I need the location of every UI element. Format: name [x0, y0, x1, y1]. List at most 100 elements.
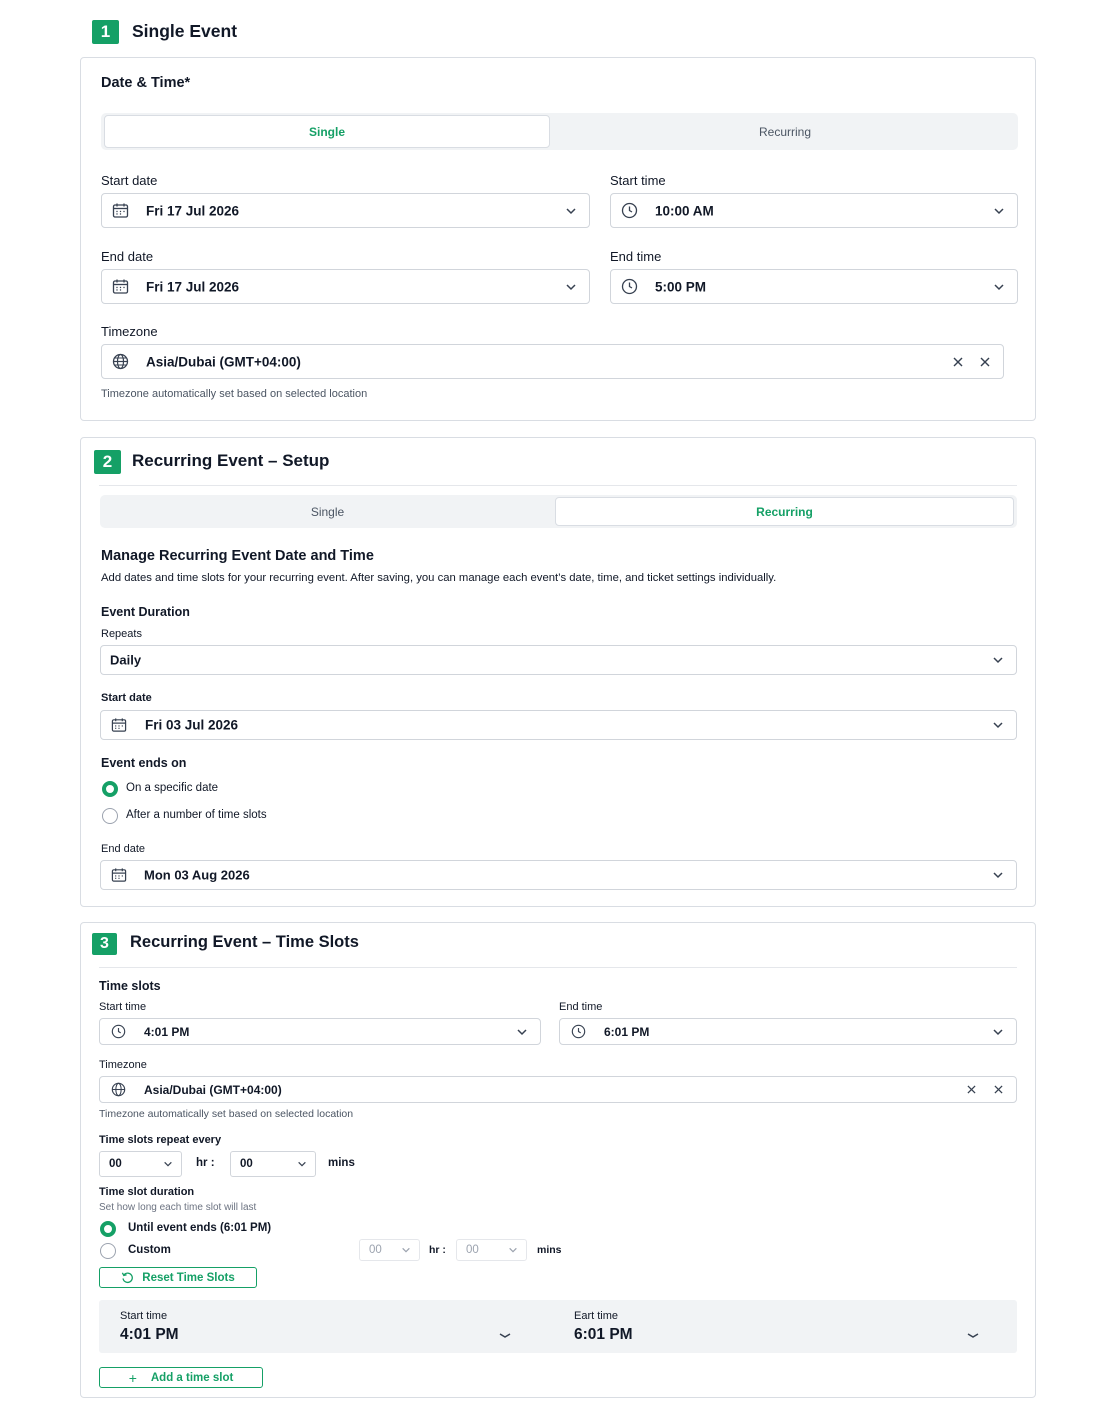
calendar-icon [110, 716, 128, 734]
chevron-down-icon [993, 872, 1003, 879]
custom-hr-value: 00 [369, 1244, 382, 1256]
section-2-title: Recurring Event – Setup [132, 451, 330, 470]
radio-specific-date[interactable] [102, 781, 118, 797]
chevron-down-icon [509, 1247, 517, 1253]
reset-time-slots-label: Reset Time Slots [142, 1271, 235, 1284]
end-date-label: End date [101, 249, 154, 264]
slot-row-end-value[interactable]: 6:01 PM [574, 1326, 633, 1344]
globe-icon [109, 1081, 127, 1099]
slot-duration-helper: Set how long each time slot will last [99, 1202, 257, 1213]
recurring-start-date-value: Fri 03 Jul 2026 [145, 717, 239, 733]
clock-icon [109, 1023, 127, 1041]
add-time-slot-label: Add a time slot [150, 1371, 234, 1384]
clear-icon[interactable] [967, 1085, 976, 1094]
slot-row-start-value[interactable]: 4:01 PM [120, 1326, 179, 1344]
timezone-helper: Timezone automatically set based on sele… [101, 388, 368, 400]
chevron-down-icon[interactable] [499, 1332, 511, 1340]
start-date-label: Start date [101, 692, 152, 704]
hr-unit: hr : [196, 1157, 215, 1169]
repeat-hr-select[interactable]: 00 [99, 1151, 182, 1177]
custom-hr-unit: hr : [429, 1244, 446, 1256]
section-1-badge: 1 [92, 20, 119, 44]
date-time-heading: Date & Time* [101, 75, 191, 91]
timezone-label: Timezone [101, 324, 158, 339]
tab-single[interactable]: Single [104, 115, 550, 148]
tab-single[interactable]: Single [103, 497, 552, 526]
radio-until-event-ends[interactable] [100, 1221, 116, 1237]
chevron-down-icon [993, 657, 1003, 664]
event-ends-on-heading: Event ends on [101, 756, 187, 770]
close-icon[interactable] [980, 357, 990, 367]
radio-after-slots[interactable] [102, 808, 118, 824]
time-slot-row: Start time 4:01 PM Eart time 6:01 PM [99, 1300, 1017, 1353]
slot-timezone-label: Timezone [99, 1059, 147, 1071]
reset-time-slots-button[interactable]: Reset Time Slots [99, 1267, 257, 1288]
section-2-card: 2 Recurring Event – Setup Single Recurri… [80, 437, 1036, 907]
end-date-field[interactable]: Fri 17 Jul 2026 [101, 269, 590, 304]
repeat-every-label: Time slots repeat every [99, 1134, 222, 1146]
recurring-start-date-field[interactable]: Fri 03 Jul 2026 [100, 710, 1017, 740]
chevron-down-icon [517, 1028, 527, 1035]
start-time-field[interactable]: 10:00 AM [610, 193, 1018, 228]
end-date-value: Fri 17 Jul 2026 [146, 279, 240, 294]
section-3-title: Recurring Event – Time Slots [130, 933, 359, 951]
slot-timezone-value: Asia/Dubai (GMT+04:00) [144, 1082, 282, 1097]
chevron-down-icon [994, 283, 1004, 290]
slot-timezone-field[interactable]: Asia/Dubai (GMT+04:00) [99, 1076, 1017, 1103]
slot-start-time-field[interactable]: 4:01 PM [99, 1018, 541, 1045]
radio-after-slots-label: After a number of time slots [126, 809, 267, 821]
plus-icon: + [128, 1369, 137, 1386]
time-slots-heading: Time slots [99, 979, 161, 993]
add-time-slot-button[interactable]: + Add a time slot [99, 1367, 263, 1388]
slot-row-start-label: Start time [120, 1310, 168, 1322]
repeat-min-select[interactable]: 00 [230, 1151, 316, 1177]
event-type-toggle: Single Recurring [100, 495, 1017, 528]
slot-end-time-field[interactable]: 6:01 PM [559, 1018, 1017, 1045]
section-1-title: Single Event [132, 21, 238, 41]
start-date-label: Start date [101, 173, 158, 188]
timezone-value: Asia/Dubai (GMT+04:00) [146, 354, 301, 369]
slot-row-end-label: Eart time [574, 1310, 619, 1322]
custom-min-select[interactable]: 00 [456, 1239, 527, 1261]
tab-recurring[interactable]: Recurring [556, 115, 1014, 148]
chevron-down-icon [298, 1161, 306, 1167]
chevron-down-icon [994, 207, 1004, 214]
start-date-value: Fri 17 Jul 2026 [146, 203, 240, 218]
end-time-field[interactable]: 5:00 PM [610, 269, 1018, 304]
section-3-card: 3 Recurring Event – Time Slots Time slot… [80, 922, 1036, 1398]
custom-hr-select[interactable]: 00 [359, 1239, 420, 1261]
event-type-toggle: Single Recurring [101, 113, 1018, 150]
radio-custom-duration[interactable] [100, 1243, 116, 1259]
manage-heading: Manage Recurring Event Date and Time [101, 548, 374, 564]
globe-icon [111, 353, 129, 371]
calendar-icon [110, 866, 128, 884]
slot-timezone-helper: Timezone automatically set based on sele… [99, 1108, 354, 1120]
custom-mins-unit: mins [537, 1244, 562, 1256]
clear-icon[interactable] [953, 357, 963, 367]
chevron-down-icon [164, 1161, 172, 1167]
chevron-down-icon[interactable] [967, 1332, 979, 1340]
timezone-field[interactable]: Asia/Dubai (GMT+04:00) [101, 344, 1004, 379]
chevron-down-icon [566, 207, 576, 214]
mins-unit: mins [328, 1157, 355, 1169]
repeats-value: Daily [110, 652, 142, 668]
radio-custom-duration-label: Custom [128, 1244, 171, 1256]
start-date-field[interactable]: Fri 17 Jul 2026 [101, 193, 590, 228]
close-icon[interactable] [994, 1085, 1003, 1094]
clock-icon [620, 202, 638, 220]
reset-icon [122, 1272, 134, 1284]
custom-min-value: 00 [466, 1244, 479, 1256]
end-time-value: 5:00 PM [655, 279, 707, 294]
slot-end-time-label: End time [559, 1001, 603, 1013]
end-date-label: End date [101, 843, 146, 855]
clock-icon [569, 1023, 587, 1041]
tab-recurring[interactable]: Recurring [555, 497, 1014, 526]
repeat-hr-value: 00 [109, 1158, 122, 1170]
clock-icon [620, 278, 638, 296]
repeats-label: Repeats [101, 628, 142, 640]
slot-end-time-value: 6:01 PM [604, 1024, 650, 1039]
repeats-select[interactable]: Daily [100, 645, 1017, 675]
recurring-end-date-field[interactable]: Mon 03 Aug 2026 [100, 860, 1017, 890]
start-time-value: 10:00 AM [655, 203, 714, 218]
section-1-card: Date & Time* Single Recurring Start date… [80, 57, 1036, 421]
